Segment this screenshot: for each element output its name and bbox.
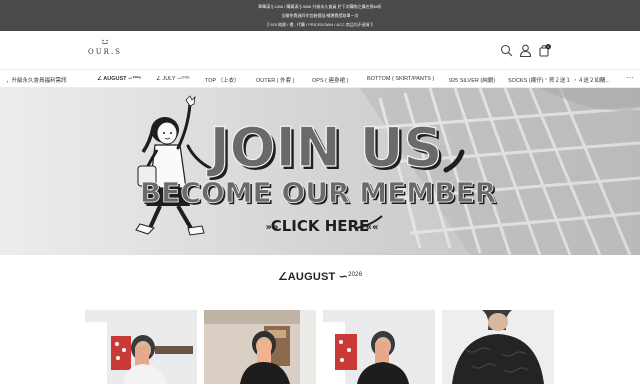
search-icon[interactable] [500, 44, 513, 57]
section-title: ∠AUGUST ∽2026 [0, 270, 640, 283]
product-card[interactable] [442, 310, 554, 384]
product-photo [85, 310, 197, 384]
banner-subhead: BECOME OUR MEMBER [140, 176, 496, 209]
member-banner[interactable]: JOIN US JOIN US BECOME OUR MEMBER BECOME… [0, 88, 640, 255]
logo-smile-icon [101, 39, 109, 45]
nav-item-outer[interactable]: OUTER ( 外套 ) [256, 76, 295, 84]
nav-item-bottom[interactable]: BOTTOM ( SKIRT/PANTS ) [367, 76, 434, 82]
brand-logo[interactable]: OUR.S [86, 39, 124, 63]
nav-item-member-info[interactable]: ，升級永久會員福利需訊 [6, 76, 67, 84]
logo-text: OUR.S [88, 48, 122, 56]
nav-item-socks[interactable]: SOCKS (襪仔) ᐟ 買２送１ ・４送２如購... [508, 76, 610, 84]
nav-item-top[interactable]: TOP （上衣） [205, 76, 240, 84]
cta-suffix-arrows: «« [366, 222, 379, 233]
product-card[interactable] [204, 310, 316, 384]
section-title-text: ∠AUGUST ∽ [277, 271, 349, 283]
bag-icon[interactable]: 0 [538, 44, 551, 57]
cart-count-badge: 0 [547, 45, 549, 49]
product-card[interactable] [85, 310, 197, 384]
announcement-line-3: 【 925 純銀 / 禮 - 代購 / PRICEDOWN / ACC 商品均不… [265, 22, 375, 27]
product-photo [204, 310, 316, 384]
nav-item-july[interactable]: ∠ JULY ∽²⁰²⁶ [156, 76, 190, 82]
site-header: OUR.S 0 [0, 31, 640, 70]
banner-artwork: JOIN US JOIN US BECOME OUR MEMBER BECOME… [0, 88, 640, 255]
ellipsis-icon[interactable]: ⋯ [626, 73, 634, 82]
nav-item-silver[interactable]: 925 SILVER (純銀) [449, 76, 495, 84]
banner-headline: JOIN US [206, 116, 443, 179]
announcement-line-1: 單筆滿＄1288 / 購買滿＄3888 升級永久會員 於下次購物之擴名預88折 [258, 4, 382, 9]
product-photo [442, 310, 554, 384]
banner-cta[interactable]: CLICK HERE [271, 217, 370, 235]
product-photo [323, 310, 435, 384]
nav-item-august[interactable]: ∠ AUGUST ∽²⁰²⁶ [97, 76, 141, 82]
main-nav: ，升級永久會員福利需訊 ∠ AUGUST ∽²⁰²⁶ ∠ JULY ∽²⁰²⁶ … [0, 70, 640, 88]
product-card[interactable] [323, 310, 435, 384]
nav-item-ops[interactable]: OPS ( 連身裙 ) [312, 76, 348, 84]
announcement-bar: 單筆滿＄1288 / 購買滿＄3888 升級永久會員 於下次購物之擴名預88折 … [0, 0, 640, 31]
user-icon[interactable] [519, 44, 532, 57]
section-title-year: 2026 [348, 272, 363, 278]
announcement-line-2: 全聯免費週四作包裝價延/補運費提取單一次 [281, 13, 359, 18]
